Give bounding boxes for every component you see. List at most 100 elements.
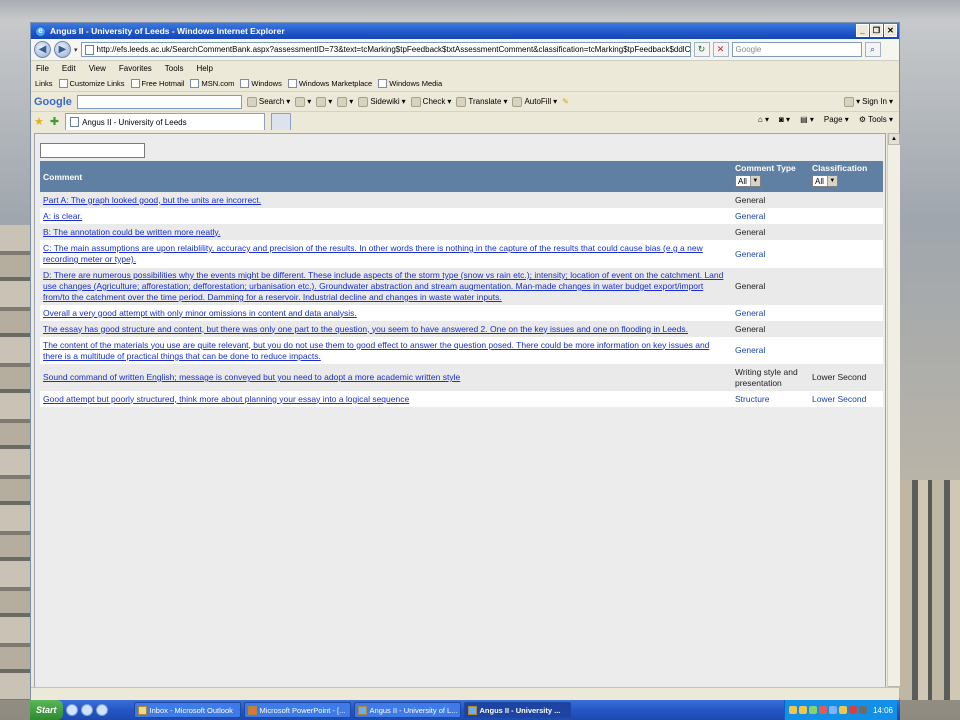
translate-button[interactable]: Translate ▾	[456, 96, 507, 107]
menu-help[interactable]: Help	[196, 64, 212, 73]
clock: 14:06	[872, 705, 893, 715]
comment-link[interactable]: The content of the materials you use are…	[43, 340, 709, 361]
highlight-icon[interactable]: ✎	[562, 97, 569, 106]
comment-type: General	[732, 305, 809, 321]
page-icon	[58, 79, 68, 89]
refresh-button[interactable]: ↻	[693, 42, 710, 57]
autofill-icon	[512, 96, 523, 107]
classification-select[interactable]: All ▼	[812, 175, 838, 187]
links-bar: Links Customize Links Free Hotmail MSN.c…	[31, 76, 899, 91]
comment-link[interactable]: Good attempt but poorly structured, thin…	[43, 394, 409, 404]
scroll-up-icon[interactable]: ▲	[888, 133, 900, 145]
vertical-scrollbar[interactable]: ▲ ▼	[887, 133, 900, 698]
quicklaunch-desktop-icon[interactable]	[80, 704, 93, 716]
table-row: D: There are numerous possibilities why …	[40, 268, 883, 305]
task-outlook[interactable]: Inbox - Microsoft Outlook	[133, 702, 241, 718]
page-content: Comment Comment Type All ▼ Classification…	[34, 133, 886, 688]
menu-edit[interactable]: Edit	[62, 64, 76, 73]
chevron-down-icon: ▼	[826, 176, 837, 186]
task-angus-1[interactable]: Angus II - University of L...	[353, 702, 461, 718]
task-powerpoint[interactable]: Microsoft PowerPoint - [...	[243, 702, 351, 718]
tab-title: Angus II - University of Leeds	[82, 117, 187, 127]
help-icon[interactable]	[788, 706, 797, 714]
tab-angus[interactable]: Angus II - University of Leeds	[65, 113, 266, 130]
comment-link[interactable]: D: There are numerous possibilities why …	[43, 270, 723, 302]
url-input[interactable]: http://efs.leeds.ac.uk/SearchCommentBank…	[80, 42, 691, 57]
comment-link[interactable]: C: The main assumptions are upon relaibl…	[43, 243, 703, 264]
menu-file[interactable]: File	[36, 64, 49, 73]
close-button[interactable]: ✕	[884, 24, 897, 37]
tray-icon[interactable]	[818, 706, 827, 714]
toolbar-share-icon[interactable]: ▾	[295, 96, 311, 107]
address-bar: ◀ ▶ ▾ http://efs.leeds.ac.uk/SearchComme…	[31, 39, 899, 61]
restore-button[interactable]: ❐	[870, 24, 883, 37]
page-icon	[378, 79, 388, 89]
new-tab-button[interactable]	[271, 113, 292, 130]
comment-link[interactable]: Sound command of written English; messag…	[43, 372, 460, 382]
google-search-button[interactable]: Search ▾	[246, 96, 290, 107]
minimize-button[interactable]: _	[856, 24, 869, 37]
print-icon[interactable]: ▤ ▾	[800, 115, 814, 124]
tray-icon[interactable]	[798, 706, 807, 714]
forward-button[interactable]: ▶	[54, 41, 71, 58]
comment-link[interactable]: The essay has good structure and content…	[43, 324, 688, 334]
page-menu[interactable]: Page ▾	[824, 115, 849, 124]
menu-favorites[interactable]: Favorites	[119, 64, 152, 73]
history-dropdown-icon[interactable]: ▾	[74, 46, 78, 54]
menu-view[interactable]: View	[89, 64, 106, 73]
google-search-input[interactable]	[76, 94, 242, 109]
comment-link[interactable]: Overall a very good attempt with only mi…	[43, 308, 357, 318]
tray-icon[interactable]	[848, 706, 857, 714]
comment-filter-input[interactable]	[40, 143, 145, 158]
toolbar-bookmark-icon[interactable]: ▾	[316, 96, 332, 107]
classification	[809, 321, 883, 337]
comment-type: General	[732, 337, 809, 364]
sidewiki-button[interactable]: Sidewiki ▾	[358, 96, 406, 107]
comment-type-select[interactable]: All ▼	[735, 175, 761, 187]
search-input[interactable]: Google	[731, 42, 862, 57]
comment-link[interactable]: Part A: The graph looked good, but the u…	[43, 195, 261, 205]
feeds-icon[interactable]: ◙ ▾	[779, 115, 790, 124]
link-customize[interactable]: Customize Links	[58, 79, 125, 89]
table-row: B: The annotation could be written more …	[40, 224, 883, 240]
url-text: http://efs.leeds.ac.uk/SearchCommentBank…	[96, 45, 691, 54]
comment-type: General	[732, 192, 809, 208]
search-icon	[246, 96, 257, 107]
task-angus-2[interactable]: Angus II - University ...	[463, 702, 571, 718]
comment-link[interactable]: A: is clear.	[43, 211, 82, 221]
signin-button[interactable]: ▾ Sign In ▾	[844, 96, 893, 107]
link-msn[interactable]: MSN.com	[190, 79, 234, 89]
comment-link[interactable]: B: The annotation could be written more …	[43, 227, 220, 237]
add-favorites-icon[interactable]: ✚	[50, 115, 59, 128]
quicklaunch-media-icon[interactable]	[95, 704, 108, 716]
link-media[interactable]: Windows Media	[378, 79, 442, 89]
stop-button[interactable]: ✕	[712, 42, 729, 57]
link-hotmail[interactable]: Free Hotmail	[130, 79, 184, 89]
comment-type: Structure	[732, 391, 809, 407]
background-building-left	[0, 225, 32, 700]
tray-icon[interactable]	[828, 706, 837, 714]
quicklaunch-ie-icon[interactable]	[65, 704, 78, 716]
tools-menu[interactable]: ⚙ Tools ▾	[859, 115, 893, 124]
comment-type: General	[732, 321, 809, 337]
start-button[interactable]: Start	[30, 700, 63, 720]
check-button[interactable]: Check ▾	[410, 96, 451, 107]
background-building-right	[900, 480, 960, 700]
home-icon[interactable]: ⌂ ▾	[758, 115, 769, 124]
tray-icon[interactable]	[808, 706, 817, 714]
window-titlebar[interactable]: e Angus II - University of Leeds - Windo…	[31, 23, 899, 39]
system-tray: 14:06	[783, 700, 897, 720]
table-row: The essay has good structure and content…	[40, 321, 883, 337]
tray-icon[interactable]	[838, 706, 847, 714]
tray-icon[interactable]	[858, 706, 867, 714]
link-windows[interactable]: Windows	[240, 79, 282, 89]
search-icon[interactable]: ⌕	[864, 42, 881, 57]
google-logo: Google	[34, 95, 72, 108]
links-label: Links	[35, 79, 53, 88]
link-marketplace[interactable]: Windows Marketplace	[287, 79, 372, 89]
autofill-button[interactable]: AutoFill ▾	[512, 96, 557, 107]
toolbar-popup-icon[interactable]: ▾	[337, 96, 353, 107]
back-button[interactable]: ◀	[34, 41, 51, 58]
favorites-star-icon[interactable]: ★	[34, 115, 44, 128]
menu-tools[interactable]: Tools	[165, 64, 184, 73]
